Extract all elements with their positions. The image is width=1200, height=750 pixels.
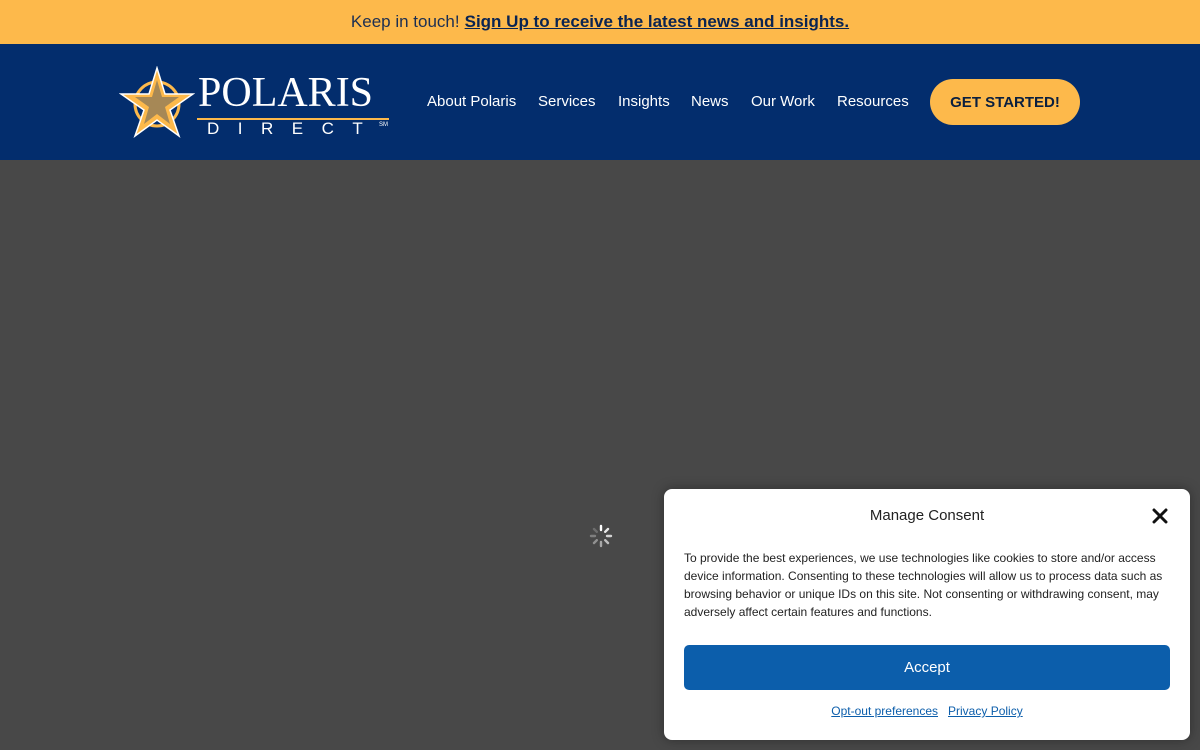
nav-our-work[interactable]: Our Work	[751, 93, 815, 110]
get-started-button[interactable]: GET STARTED!	[930, 79, 1080, 125]
accept-button[interactable]: Accept	[684, 645, 1170, 690]
site-header: POLARIS DIRECT SM About Polaris Services…	[0, 44, 1200, 160]
announcement-bar: Keep in touch! Sign Up to receive the la…	[0, 0, 1200, 44]
star-icon	[119, 66, 195, 138]
logo[interactable]: POLARIS DIRECT SM	[119, 66, 394, 138]
logo-subtitle: DIRECT	[207, 119, 382, 138]
nav-insights[interactable]: Insights	[618, 93, 670, 110]
close-icon[interactable]	[1151, 507, 1169, 525]
spinner-icon	[589, 524, 613, 548]
opt-out-preferences-link[interactable]: Opt-out preferences	[831, 704, 938, 718]
consent-links: Opt-out preferences Privacy Policy	[664, 704, 1190, 718]
logo-wordmark: POLARIS	[198, 70, 374, 116]
consent-title: Manage Consent	[869, 507, 985, 524]
signup-link[interactable]: Sign Up to receive the latest news and i…	[465, 12, 849, 32]
consent-message: To provide the best experiences, we use …	[684, 551, 1163, 619]
privacy-policy-link[interactable]: Privacy Policy	[948, 704, 1023, 718]
nav-services[interactable]: Services	[538, 93, 596, 110]
nav-resources[interactable]: Resources	[837, 93, 909, 110]
nav-news[interactable]: News	[691, 93, 729, 110]
consent-dialog: Manage Consent To provide the best exper…	[664, 489, 1190, 740]
logo-service-mark: SM	[379, 122, 388, 128]
announcement-lead: Keep in touch!	[350, 12, 460, 31]
nav-about-polaris[interactable]: About Polaris	[427, 93, 516, 110]
